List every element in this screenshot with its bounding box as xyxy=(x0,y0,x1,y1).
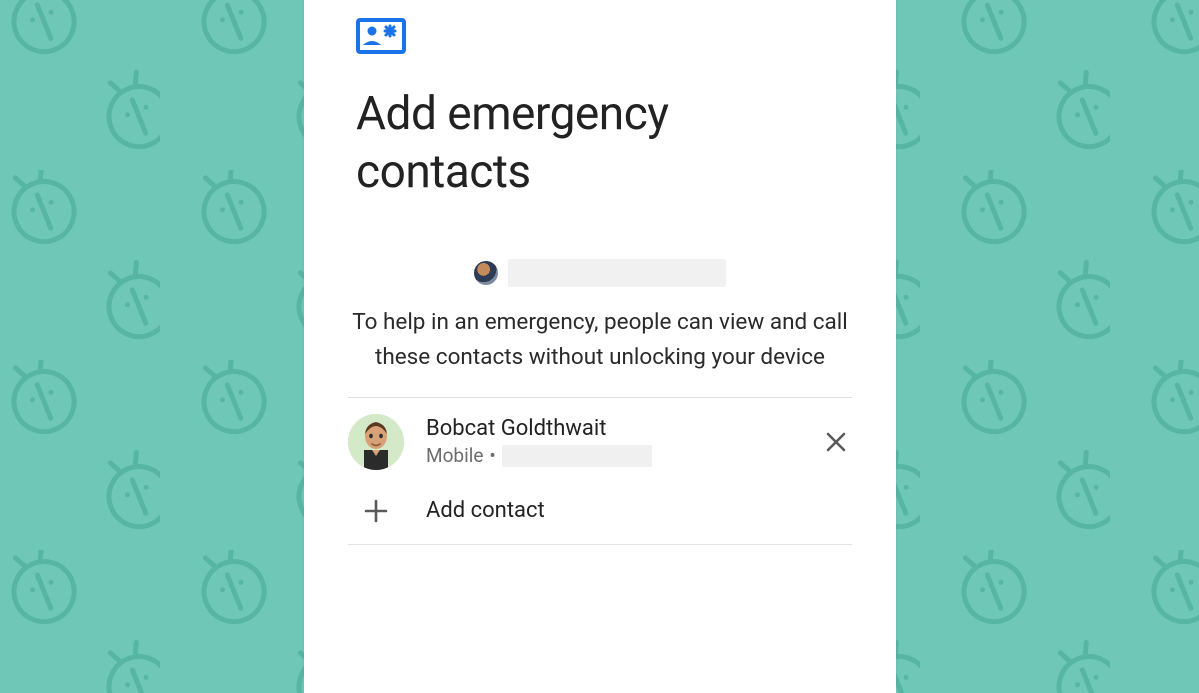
close-icon xyxy=(825,431,847,453)
contact-separator: • xyxy=(489,444,495,467)
settings-card: Add emergency contacts To help in an eme… xyxy=(304,0,896,693)
add-contact-label: Add contact xyxy=(426,498,545,523)
page-title: Add emergency contacts xyxy=(356,86,848,201)
contact-avatar xyxy=(348,414,404,470)
remove-contact-button[interactable] xyxy=(816,422,856,462)
contact-name: Bobcat Goldthwait xyxy=(426,416,816,442)
emergency-card-icon xyxy=(356,18,896,58)
owner-row xyxy=(304,259,896,287)
contact-phone-redacted xyxy=(502,445,652,467)
owner-name-redacted xyxy=(508,259,726,287)
contact-row[interactable]: Bobcat Goldthwait Mobile • xyxy=(348,414,852,470)
divider xyxy=(348,544,852,545)
description-text: To help in an emergency, people can view… xyxy=(350,305,850,375)
add-contact-button[interactable]: Add contact xyxy=(348,498,852,544)
contact-subtext: Mobile • xyxy=(426,444,816,467)
contact-phone-type: Mobile xyxy=(426,444,483,467)
divider xyxy=(348,397,852,398)
owner-avatar xyxy=(474,261,498,285)
plus-icon xyxy=(348,498,404,524)
